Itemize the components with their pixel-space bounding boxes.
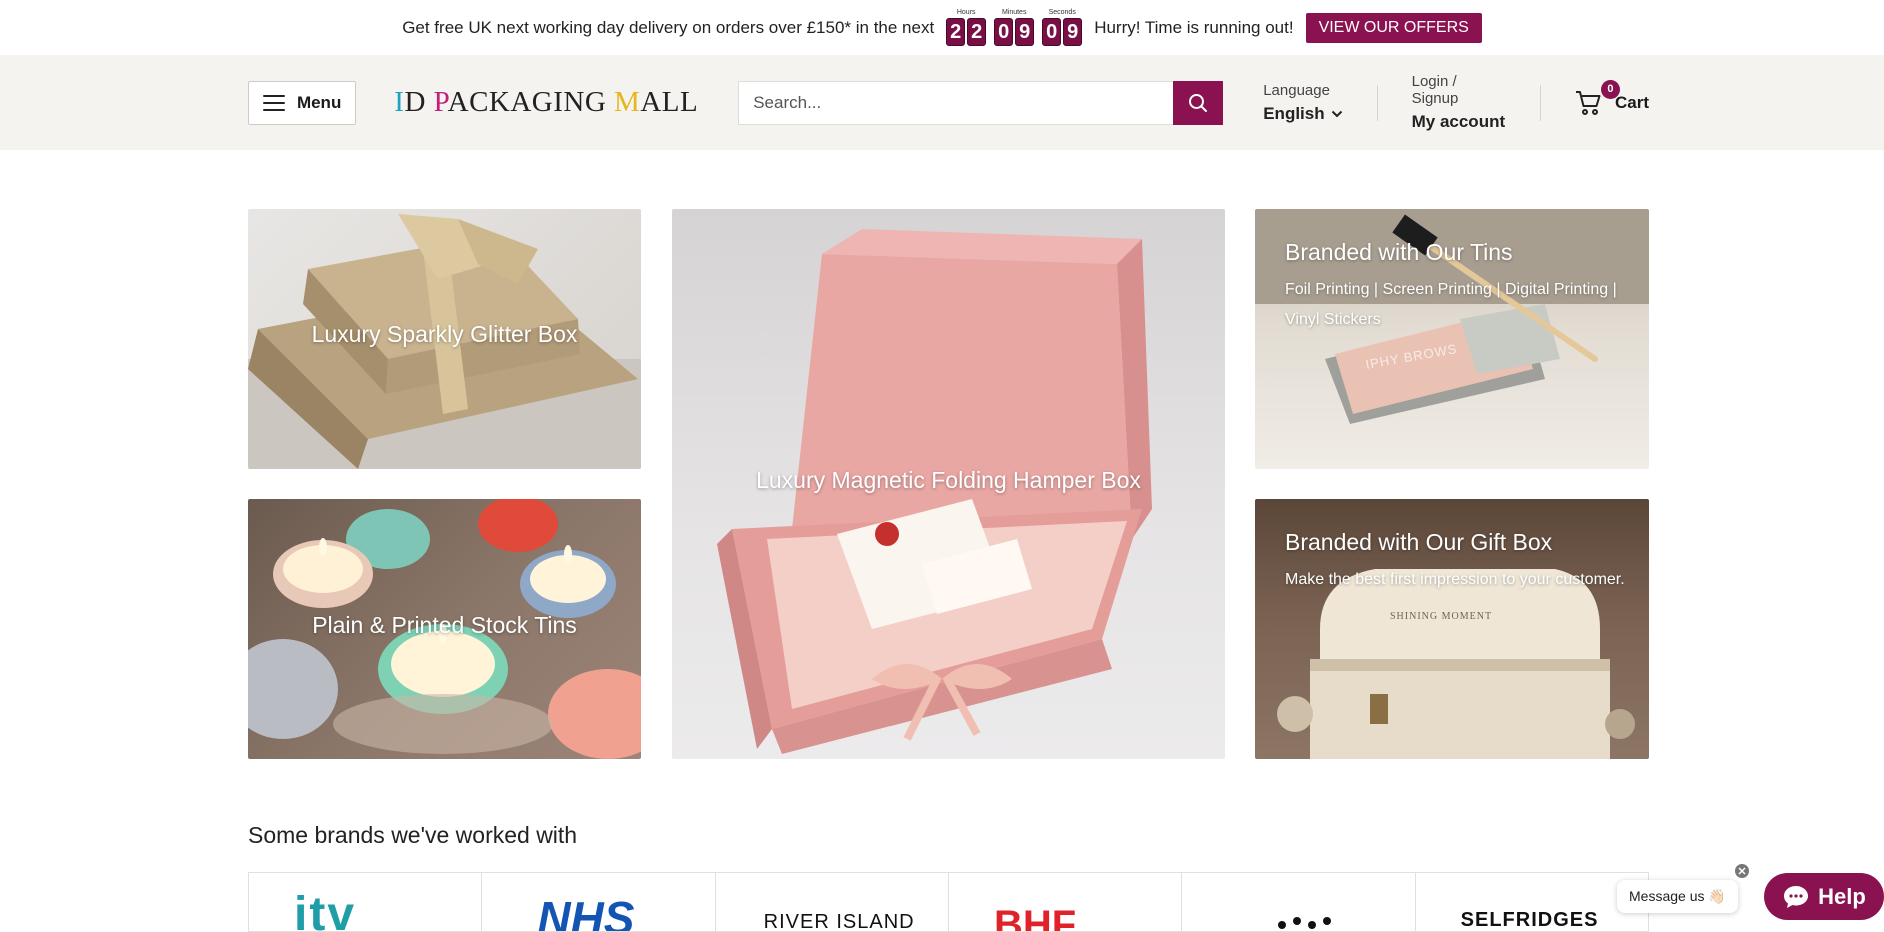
search-input[interactable] bbox=[738, 80, 1174, 125]
hurry-text: Hurry! Time is running out! bbox=[1094, 17, 1294, 37]
chevron-down-icon bbox=[1331, 110, 1342, 117]
announcement-bar: Get free UK next working day delivery on… bbox=[0, 0, 1884, 55]
brand-logo-itv[interactable]: itv bbox=[249, 873, 483, 931]
menu-button[interactable]: Menu bbox=[248, 80, 357, 125]
language-selector[interactable]: Language English bbox=[1263, 82, 1342, 124]
brand-mark bbox=[1278, 917, 1332, 929]
countdown-digit: 9 bbox=[1015, 18, 1035, 46]
tile-stock-tins[interactable]: Plain & Printed Stock Tins bbox=[248, 499, 641, 759]
site-header: Menu ID PACKAGING MALL Language English … bbox=[0, 55, 1884, 150]
divider bbox=[1540, 84, 1541, 121]
tile-subtitle: Foil Printing | Screen Printing | Digita… bbox=[1285, 281, 1617, 328]
brand-logo-5[interactable] bbox=[1182, 873, 1416, 931]
countdown-hours: Hours 2 2 bbox=[946, 9, 987, 46]
countdown-timer: Hours 2 2 Minutes 0 9 Seconds 0 9 bbox=[946, 9, 1083, 46]
help-label: Help bbox=[1818, 883, 1866, 909]
cart-button[interactable]: 0 Cart bbox=[1575, 79, 1649, 116]
countdown-digit: 0 bbox=[994, 18, 1014, 46]
brand-logo-selfridges[interactable]: SELFRIDGES bbox=[1416, 873, 1648, 931]
tile-title: Branded with Our Tins bbox=[1285, 239, 1513, 265]
view-offers-button[interactable]: VIEW OUR OFFERS bbox=[1305, 12, 1482, 43]
tile-title: Plain & Printed Stock Tins bbox=[312, 612, 577, 638]
search-button[interactable] bbox=[1173, 80, 1224, 125]
cart-icon bbox=[1575, 90, 1601, 115]
chat-icon bbox=[1784, 885, 1809, 908]
my-account-link[interactable]: My account bbox=[1412, 112, 1506, 132]
tile-branded-tins[interactable]: IPHY BROWS Branded with Our Tins Foil Pr… bbox=[1255, 209, 1649, 469]
countdown-minutes: Minutes 0 9 bbox=[994, 9, 1035, 46]
close-icon bbox=[1738, 867, 1746, 875]
chat-message-bubble[interactable]: Message us 👋🏻 bbox=[1617, 880, 1738, 913]
countdown-digit: 2 bbox=[967, 18, 987, 46]
countdown-minutes-label: Minutes bbox=[1001, 9, 1027, 16]
search-bar bbox=[738, 80, 1224, 125]
brands-carousel: itv NHS RIVER ISLAND BHF SELFRIDGES bbox=[248, 872, 1649, 932]
announcement-text: Get free UK next working day delivery on… bbox=[402, 17, 935, 37]
hamburger-icon bbox=[262, 94, 285, 111]
language-label: Language bbox=[1263, 81, 1330, 99]
brands-section-title: Some brands we've worked with bbox=[248, 822, 578, 848]
countdown-digit: 2 bbox=[946, 18, 966, 46]
account-menu[interactable]: Login / Signup My account bbox=[1412, 73, 1506, 132]
tile-glitter-box[interactable]: Luxury Sparkly Glitter Box bbox=[248, 209, 641, 469]
collection-tiles: Luxury Sparkly Glitter Box Luxury Magnet… bbox=[248, 209, 1649, 759]
countdown-digit: 9 bbox=[1063, 18, 1083, 46]
tile-title: Branded with Our Gift Box bbox=[1285, 529, 1553, 555]
login-signup-link[interactable]: Login / Signup bbox=[1412, 73, 1506, 107]
tile-title: Luxury Sparkly Glitter Box bbox=[311, 321, 578, 347]
menu-label: Menu bbox=[296, 92, 342, 112]
countdown-hours-label: Hours bbox=[956, 9, 976, 16]
tile-magnetic-hamper-box[interactable]: Luxury Magnetic Folding Hamper Box bbox=[672, 209, 1225, 759]
brand-logo-nhs[interactable]: NHS bbox=[482, 873, 716, 931]
site-logo[interactable]: ID PACKAGING MALL bbox=[394, 86, 698, 119]
tile-branded-gift-box[interactable]: SHINING MOMENT Branded with Our Gift Box… bbox=[1255, 499, 1649, 759]
countdown-seconds-label: Seconds bbox=[1048, 9, 1076, 16]
cart-label: Cart bbox=[1614, 92, 1649, 112]
brand-logo-river-island[interactable]: RIVER ISLAND bbox=[716, 873, 949, 931]
divider bbox=[1376, 84, 1378, 121]
countdown-digit: 0 bbox=[1042, 18, 1062, 46]
tile-title: Luxury Magnetic Folding Hamper Box bbox=[756, 467, 1141, 493]
brand-logo-bhf[interactable]: BHF bbox=[949, 873, 1183, 931]
gift-box-label-text: SHINING MOMENT bbox=[1390, 611, 1493, 622]
search-icon bbox=[1189, 93, 1208, 112]
tile-subtitle: Make the best first impression to your c… bbox=[1285, 571, 1625, 588]
language-value: English bbox=[1263, 103, 1325, 123]
help-chat-button[interactable]: Help bbox=[1764, 873, 1884, 920]
close-message-button[interactable] bbox=[1735, 864, 1749, 878]
cart-count-badge: 0 bbox=[1600, 79, 1620, 99]
countdown-seconds: Seconds 0 9 bbox=[1042, 9, 1083, 46]
